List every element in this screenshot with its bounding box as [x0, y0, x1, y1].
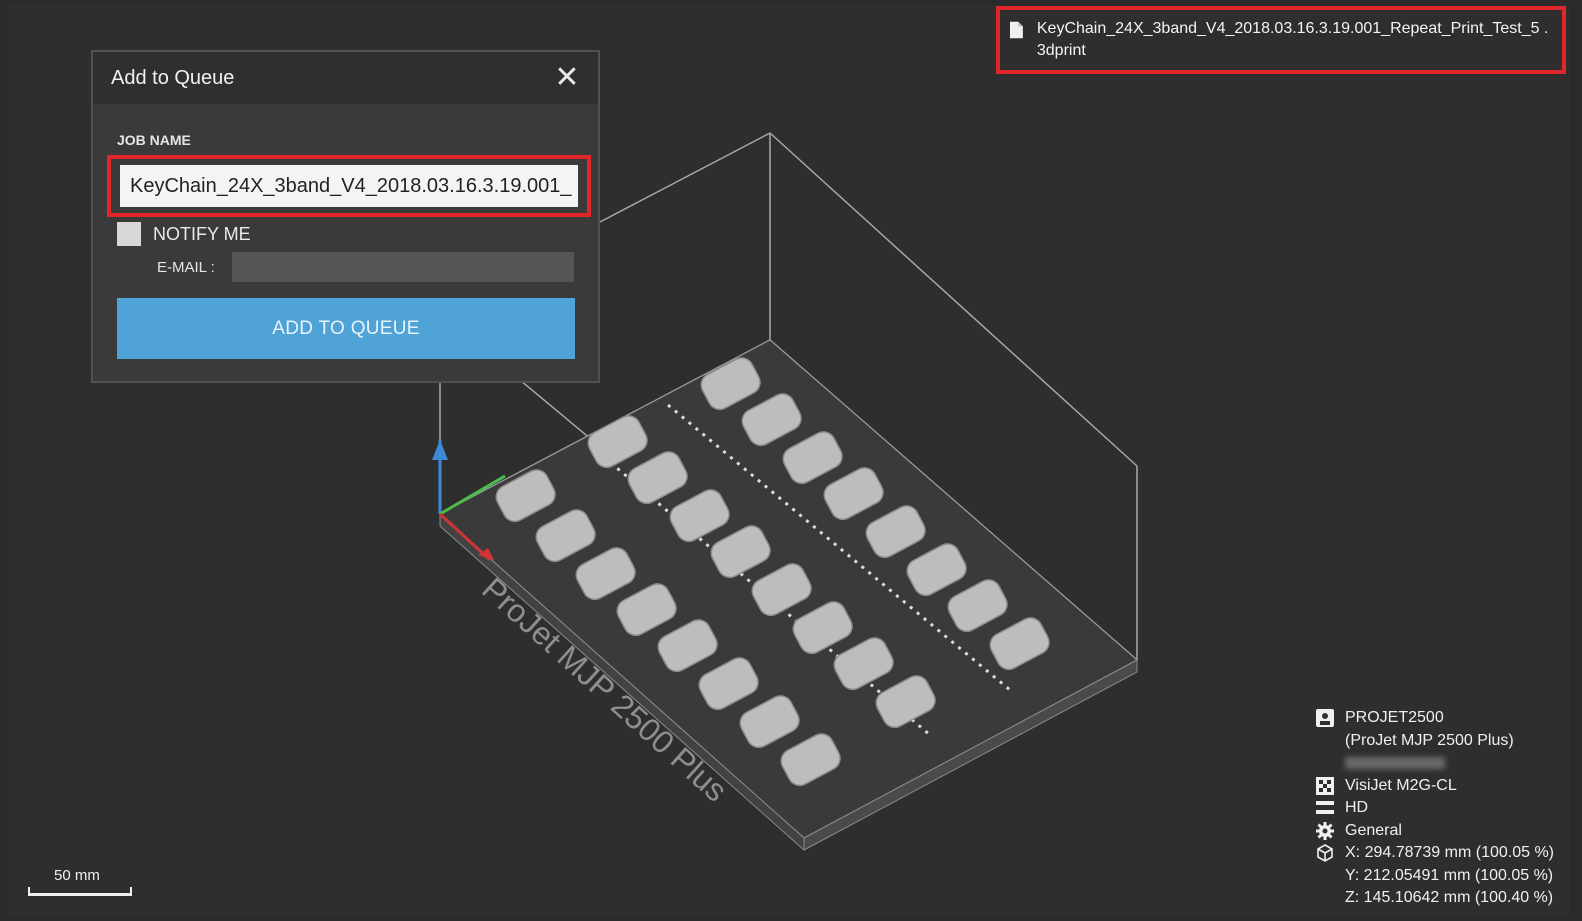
cube-icon	[1317, 844, 1333, 862]
dimension-x: X: 294.78739 mm (100.05 %)	[1345, 844, 1555, 861]
profile: General	[1345, 821, 1402, 839]
printer-name: PROJET2500	[1345, 709, 1444, 726]
printer-name-row: PROJET2500	[1316, 707, 1576, 730]
dialog-title: Add to Queue	[111, 66, 235, 89]
notify-checkbox[interactable]	[117, 222, 141, 246]
scale-bar: 50 mm	[28, 867, 132, 899]
add-to-queue-button[interactable]: ADD TO QUEUE	[117, 298, 575, 359]
dimension-z-row: Z: 145.10642 mm (100.40 %)	[1316, 887, 1576, 910]
dimension-z: Z: 145.10642 mm (100.40 %)	[1345, 889, 1554, 906]
dimension-y-row: Y: 212.05491 mm (100.05 %)	[1316, 865, 1576, 888]
job-name-input[interactable]: KeyChain_24X_3band_V4_2018.03.16.3.19.00…	[120, 165, 578, 207]
profile-row: General	[1316, 820, 1576, 843]
print-mode-icon	[1316, 801, 1334, 814]
print-mode: HD	[1345, 799, 1369, 816]
file-icon	[1010, 21, 1023, 39]
printer-info-panel: PROJET2500 (ProJet MJP 2500 Plus) VisiJe…	[1316, 707, 1576, 910]
add-to-queue-dialog: Add to Queue ✕ JOB NAME KeyChain_24X_3ba…	[91, 50, 600, 383]
redacted-value	[1345, 757, 1445, 769]
email-input[interactable]	[232, 252, 574, 282]
email-row: E-MAIL :	[157, 252, 574, 282]
job-name-label: JOB NAME	[117, 132, 191, 148]
file-name-highlight: KeyChain_24X_3band_V4_2018.03.16.3.19.00…	[996, 6, 1566, 74]
notify-label: NOTIFY ME	[153, 223, 251, 244]
printer-icon	[1316, 709, 1334, 727]
gear-icon	[1316, 821, 1334, 840]
material: VisiJet M2G-CL	[1345, 776, 1457, 794]
job-name-highlight: KeyChain_24X_3band_V4_2018.03.16.3.19.00…	[107, 155, 591, 217]
printer-model: (ProJet MJP 2500 Plus)	[1345, 731, 1514, 749]
dialog-header: Add to Queue ✕	[93, 52, 598, 104]
mode-row: HD	[1316, 797, 1576, 820]
material-row: VisiJet M2G-CL	[1316, 775, 1576, 798]
notify-row: NOTIFY ME	[117, 222, 251, 246]
close-icon[interactable]: ✕	[554, 63, 580, 93]
scale-label: 50 mm	[54, 867, 100, 884]
redacted-row	[1316, 752, 1576, 775]
printer-model-row: (ProJet MJP 2500 Plus)	[1316, 730, 1576, 753]
file-name: KeyChain_24X_3band_V4_2018.03.16.3.19.00…	[1036, 20, 1549, 59]
dimension-y: Y: 212.05491 mm (100.05 %)	[1345, 866, 1554, 884]
dimension-x-row: X: 294.78739 mm (100.05 %)	[1316, 842, 1576, 865]
email-label: E-MAIL :	[157, 258, 215, 276]
material-icon	[1316, 776, 1334, 795]
